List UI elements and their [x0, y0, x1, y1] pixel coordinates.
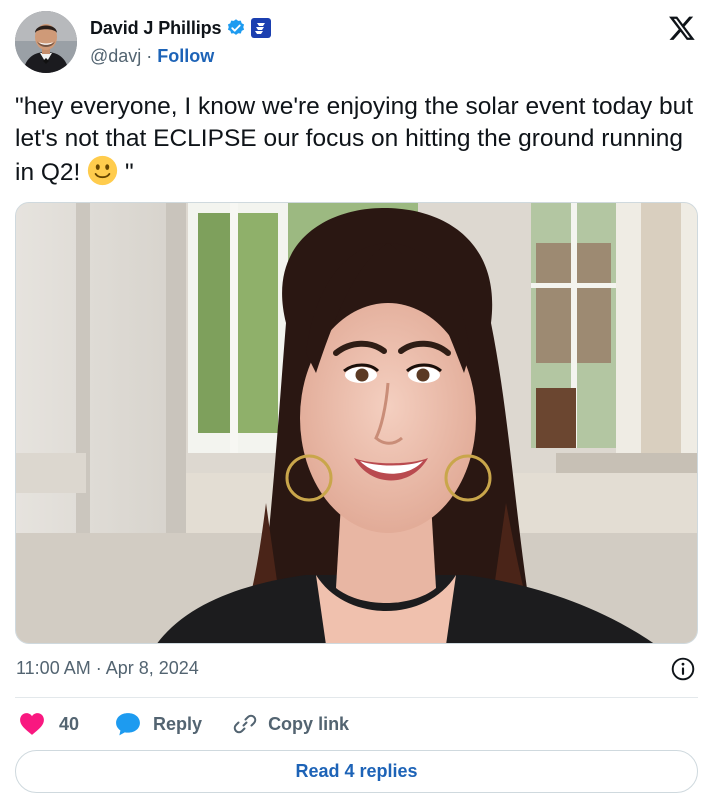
like-button[interactable]: 40	[19, 712, 79, 736]
slightly-smiling-face-icon	[88, 155, 118, 186]
reply-button[interactable]: Reply	[115, 712, 202, 736]
tweet-timestamp[interactable]: 11:00 AM · Apr 8, 2024	[16, 658, 199, 679]
person-avatar-icon	[15, 11, 77, 73]
verified-badge-icon	[228, 19, 245, 35]
link-icon	[233, 714, 257, 734]
author-avatar[interactable]	[15, 11, 77, 73]
author-display-name[interactable]: David J Phillips	[90, 18, 222, 39]
tweet-text: "hey everyone, I know we're enjoying the…	[15, 91, 695, 189]
divider	[15, 697, 698, 698]
read-replies-label: Read 4 replies	[295, 761, 418, 781]
photo-smiling-woman-icon	[16, 203, 697, 643]
like-count: 40	[59, 713, 80, 734]
tweet-text-end: "	[118, 159, 134, 186]
copy-link-button[interactable]: Copy link	[232, 712, 349, 736]
tweet-media-photo[interactable]	[15, 202, 698, 644]
affiliate-badge-icon[interactable]	[251, 18, 272, 38]
handle-separator: ·	[141, 46, 158, 66]
read-replies-button[interactable]: Read 4 replies	[15, 750, 698, 793]
tweet-actions: 40 Reply Copy link	[19, 710, 349, 738]
reply-label: Reply	[153, 713, 203, 734]
heart-icon	[20, 713, 44, 735]
follow-button[interactable]: Follow	[157, 46, 214, 67]
affiliate-logo-icon	[255, 23, 266, 34]
author-handle[interactable]: @davj	[90, 46, 141, 67]
info-icon[interactable]	[670, 656, 696, 682]
copy-link-label: Copy link	[268, 713, 350, 734]
reply-bubble-icon	[116, 713, 140, 736]
x-logo-icon[interactable]	[668, 14, 696, 42]
